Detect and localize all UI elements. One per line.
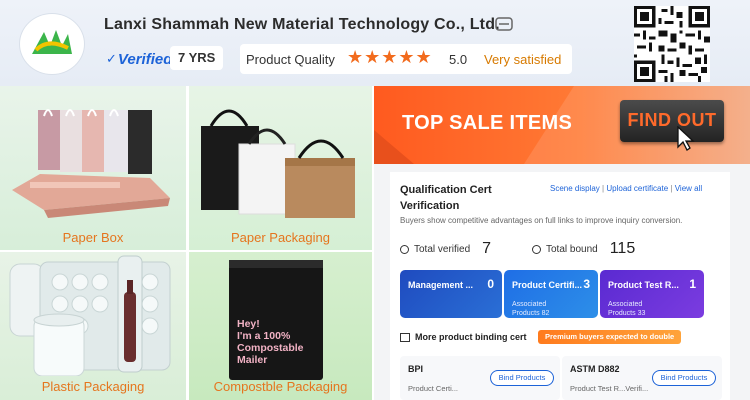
tile-caption: Plastic Packaging [41,379,145,394]
product-cert-card[interactable]: Product Certifi... 3 Associated Products… [504,270,598,318]
store-header: Lanxi Shammah New Material Technology Co… [0,0,750,86]
mailer-line: Mailer [237,354,268,366]
satisfaction-label: Very satisfied [484,52,562,67]
qualification-description: Buyers show competitive advantages on fu… [400,216,683,225]
more-binding-cert: More product binding cert [400,332,527,342]
total-bound-stat: Total bound 115 [532,238,635,260]
upload-certificate-link[interactable]: Upload certificate [606,184,668,193]
qualification-title: Qualification Cert Verification [400,184,492,212]
check-circle-icon [400,244,409,254]
mailer-line: I'm a 100% [237,330,291,342]
category-tile-paper-packaging[interactable]: Paper Packaging [189,86,372,250]
quality-label: Product Quality [246,52,335,67]
category-tile-plastic-packaging[interactable]: Plastic Packaging [0,252,186,400]
paper-packaging-image [201,109,355,218]
mailer-bag: Hey! I'm a 100% Compostable Mailer [229,260,323,380]
bind-card-astm: ASTM D882 Product Test R...Verifi... Bin… [562,356,722,400]
tile-caption: Paper Box [62,230,124,245]
tile-caption: Compostble Packaging [213,379,348,394]
chat-icon[interactable] [494,16,514,34]
mailer-line: Hey! [237,318,260,330]
total-verified-stat: Total verified 7 [400,238,491,260]
mailer-line: Compostable [237,342,304,354]
tile-caption: Paper Packaging [230,230,330,245]
cursor-icon [677,126,695,151]
company-name[interactable]: Lanxi Shammah New Material Technology Co… [104,16,500,34]
premium-badge: Premium buyers expected to double [538,330,682,344]
bind-products-button[interactable]: Bind Products [490,370,554,386]
product-test-report-card[interactable]: Product Test R... 1 Associated Products … [600,270,704,318]
check-circle-icon [532,244,541,254]
page: Lanxi Shammah New Material Technology Co… [0,0,750,400]
find-out-button[interactable]: FIND OUT [620,100,724,142]
category-tile-paper-box[interactable]: Paper Box [0,86,186,250]
qualification-links: Scene display | Upload certificate | Vie… [550,184,703,193]
product-quality-rating: Product Quality ★★★★★ 5.0 Very satisfied [240,44,572,74]
view-all-link[interactable]: View all [675,184,702,193]
qr-code [634,6,710,82]
paper-box-image [12,109,170,218]
total-verified-value: 7 [482,240,492,257]
rating-stars: ★★★★★ [347,47,433,67]
top-sale-banner[interactable]: TOP SALE ITEMS FIND OUT [374,86,750,164]
plastic-packaging-image [9,255,171,377]
rating-score: 5.0 [449,52,468,67]
bind-products-button[interactable]: Bind Products [652,370,716,386]
scene-display-link[interactable]: Scene display [550,184,600,193]
management-cert-card[interactable]: Management ... 0 [400,270,502,318]
years-badge: 7 YRS [170,46,224,70]
total-bound-value: 115 [609,240,636,257]
banner-title: TOP SALE ITEMS [402,112,573,134]
company-logo[interactable] [20,14,84,74]
category-tile-compostable-packaging[interactable]: Hey! I'm a 100% Compostable Mailer Compo… [189,252,372,400]
document-icon [400,332,410,342]
check-icon: ✓ [106,51,117,66]
qualification-card: Qualification Cert Verification Scene di… [390,172,730,400]
verified-badge: ✓ Verified [106,50,173,68]
bind-card-bpi: BPI Product Certi... Bind Products [400,356,560,400]
qualification-panel: Qualification Cert Verification Scene di… [374,164,750,400]
